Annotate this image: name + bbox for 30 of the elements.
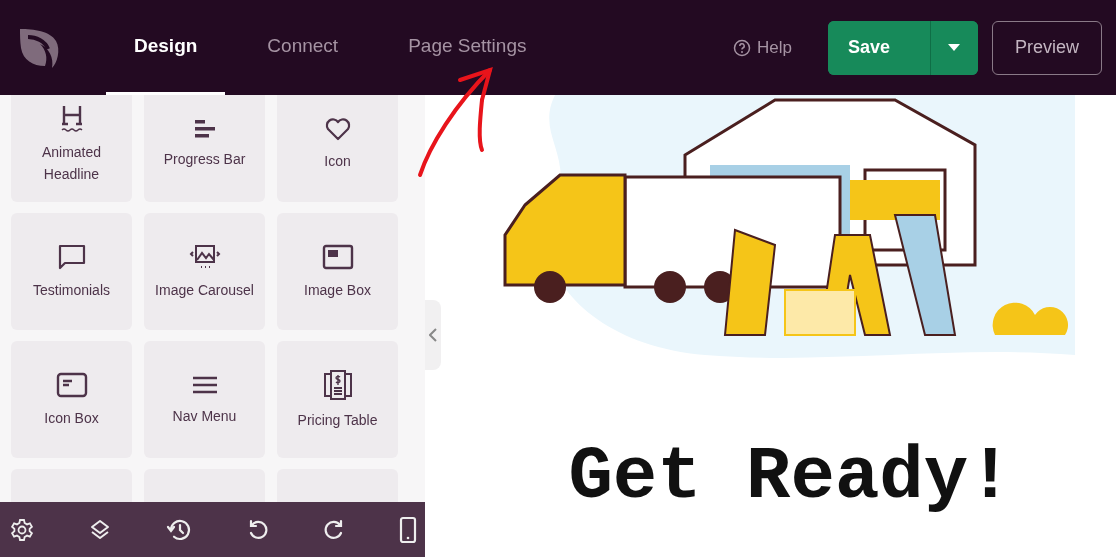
bars-icon — [192, 117, 217, 140]
history-icon[interactable] — [166, 517, 193, 542]
image-carousel-icon — [188, 242, 221, 271]
widget-tile[interactable]: Progress Bar — [144, 95, 265, 202]
widget-tile[interactable]: Icon — [277, 95, 398, 202]
save-button[interactable]: Save — [827, 20, 931, 75]
settings-icon[interactable] — [10, 517, 34, 542]
preview-button[interactable]: Preview — [991, 20, 1102, 75]
icon-box-icon — [55, 370, 88, 399]
widget-tile[interactable]: Image Box — [277, 213, 398, 330]
widget-tile[interactable]: Animated Headline — [11, 95, 132, 202]
image-box-icon — [321, 242, 354, 271]
headline-text: Get Ready! — [567, 440, 1014, 514]
nav-tab[interactable]: Connect — [239, 0, 367, 95]
help-link[interactable]: Help — [732, 37, 792, 58]
widget-tile[interactable]: Testimonials — [11, 213, 132, 330]
collapse-handle[interactable] — [425, 300, 441, 370]
widget-tile[interactable]: Nav Menu — [144, 341, 265, 458]
heart-icon — [323, 115, 352, 142]
pricing-table-icon — [321, 368, 354, 401]
help-icon — [732, 38, 751, 57]
widget-tile[interactable]: Pricing Table — [277, 341, 398, 458]
widget-tile[interactable]: Icon Box — [11, 341, 132, 458]
mobile-icon[interactable] — [398, 515, 417, 544]
widget-tile[interactable]: Image Carousel — [144, 213, 265, 330]
redo-icon[interactable] — [322, 518, 345, 541]
chevron-left-icon — [429, 328, 437, 342]
nav-tab[interactable]: Page Settings — [380, 0, 555, 95]
speech-bubble-icon — [56, 242, 87, 271]
caret-icon — [947, 43, 962, 52]
